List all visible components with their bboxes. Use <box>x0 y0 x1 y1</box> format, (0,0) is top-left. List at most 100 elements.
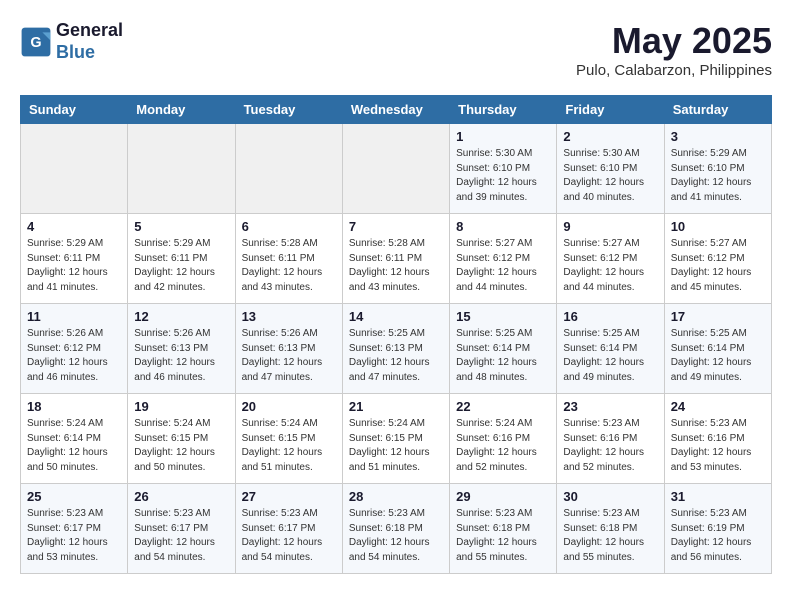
day-number: 14 <box>349 309 443 324</box>
weekday-header: Sunday <box>21 96 128 124</box>
calendar-day-cell: 8 Sunrise: 5:27 AM Sunset: 6:12 PM Daylig… <box>450 214 557 304</box>
day-number: 24 <box>671 399 765 414</box>
day-number: 7 <box>349 219 443 234</box>
day-info: Sunrise: 5:26 AM Sunset: 6:13 PM Dayligh… <box>134 327 228 385</box>
weekday-header: Saturday <box>664 96 771 124</box>
logo: G General Blue <box>20 20 123 63</box>
location-subtitle: Pulo, Calabarzon, Philippines <box>576 62 772 79</box>
day-number: 1 <box>456 129 550 144</box>
day-info: Sunrise: 5:23 AM Sunset: 6:18 PM Dayligh… <box>563 507 657 565</box>
day-number: 8 <box>456 219 550 234</box>
calendar-day-cell: 5 Sunrise: 5:29 AM Sunset: 6:11 PM Daylig… <box>128 214 235 304</box>
day-info: Sunrise: 5:24 AM Sunset: 6:15 PM Dayligh… <box>134 417 228 475</box>
day-info: Sunrise: 5:23 AM Sunset: 6:17 PM Dayligh… <box>134 507 228 565</box>
calendar-day-cell: 12 Sunrise: 5:26 AM Sunset: 6:13 PM Dayli… <box>128 304 235 394</box>
calendar-day-cell: 18Sunrise: 5:24 AM Sunset: 6:14 PM Dayli… <box>21 394 128 484</box>
title-block: May 2025 Pulo, Calabarzon, Philippines <box>576 20 772 79</box>
day-info: Sunrise: 5:25 AM Sunset: 6:13 PM Dayligh… <box>349 327 443 385</box>
calendar-day-cell: 23 Sunrise: 5:23 AM Sunset: 6:16 PM Dayli… <box>557 394 664 484</box>
day-info: Sunrise: 5:25 AM Sunset: 6:14 PM Dayligh… <box>563 327 657 385</box>
calendar-day-cell: 13Sunrise: 5:26 AM Sunset: 6:13 PM Dayli… <box>235 304 342 394</box>
day-info: Sunrise: 5:24 AM Sunset: 6:15 PM Dayligh… <box>349 417 443 475</box>
day-info: Sunrise: 5:26 AM Sunset: 6:12 PM Dayligh… <box>27 327 121 385</box>
calendar-day-cell: 9Sunrise: 5:27 AM Sunset: 6:12 PM Daylig… <box>557 214 664 304</box>
calendar-day-cell: 3 Sunrise: 5:29 AM Sunset: 6:10 PM Daylig… <box>664 124 771 214</box>
day-info: Sunrise: 5:24 AM Sunset: 6:16 PM Dayligh… <box>456 417 550 475</box>
calendar-table: SundayMondayTuesdayWednesdayThursdayFrid… <box>20 95 772 574</box>
weekday-header: Monday <box>128 96 235 124</box>
calendar-day-cell: 24 Sunrise: 5:23 AM Sunset: 6:16 PM Dayli… <box>664 394 771 484</box>
day-number: 3 <box>671 129 765 144</box>
day-number: 30 <box>563 489 657 504</box>
calendar-week-row: 4 Sunrise: 5:29 AM Sunset: 6:11 PM Daylig… <box>21 214 772 304</box>
day-info: Sunrise: 5:29 AM Sunset: 6:11 PM Dayligh… <box>134 237 228 295</box>
day-info: Sunrise: 5:23 AM Sunset: 6:18 PM Dayligh… <box>456 507 550 565</box>
calendar-day-cell: 16 Sunrise: 5:25 AM Sunset: 6:14 PM Dayli… <box>557 304 664 394</box>
day-info: Sunrise: 5:26 AM Sunset: 6:13 PM Dayligh… <box>242 327 336 385</box>
calendar-day-cell: 17Sunrise: 5:25 AM Sunset: 6:14 PM Dayli… <box>664 304 771 394</box>
day-number: 5 <box>134 219 228 234</box>
day-info: Sunrise: 5:27 AM Sunset: 6:12 PM Dayligh… <box>563 237 657 295</box>
svg-text:G: G <box>30 34 41 50</box>
day-number: 12 <box>134 309 228 324</box>
calendar-day-cell: 20Sunrise: 5:24 AM Sunset: 6:15 PM Dayli… <box>235 394 342 484</box>
day-number: 19 <box>134 399 228 414</box>
day-number: 27 <box>242 489 336 504</box>
day-info: Sunrise: 5:27 AM Sunset: 6:12 PM Dayligh… <box>456 237 550 295</box>
day-number: 28 <box>349 489 443 504</box>
calendar-day-cell: 1 Sunrise: 5:30 AM Sunset: 6:10 PM Daylig… <box>450 124 557 214</box>
day-number: 23 <box>563 399 657 414</box>
day-number: 16 <box>563 309 657 324</box>
day-info: Sunrise: 5:29 AM Sunset: 6:10 PM Dayligh… <box>671 147 765 205</box>
calendar-day-cell <box>235 124 342 214</box>
day-info: Sunrise: 5:23 AM Sunset: 6:17 PM Dayligh… <box>242 507 336 565</box>
day-info: Sunrise: 5:25 AM Sunset: 6:14 PM Dayligh… <box>671 327 765 385</box>
logo-text: General Blue <box>56 20 123 63</box>
calendar-day-cell: 27 Sunrise: 5:23 AM Sunset: 6:17 PM Dayli… <box>235 484 342 574</box>
month-title: May 2025 <box>576 20 772 62</box>
calendar-day-cell: 11 Sunrise: 5:26 AM Sunset: 6:12 PM Dayli… <box>21 304 128 394</box>
calendar-day-cell: 22Sunrise: 5:24 AM Sunset: 6:16 PM Dayli… <box>450 394 557 484</box>
day-number: 2 <box>563 129 657 144</box>
day-info: Sunrise: 5:30 AM Sunset: 6:10 PM Dayligh… <box>456 147 550 205</box>
calendar-week-row: 18Sunrise: 5:24 AM Sunset: 6:14 PM Dayli… <box>21 394 772 484</box>
calendar-week-row: 1 Sunrise: 5:30 AM Sunset: 6:10 PM Daylig… <box>21 124 772 214</box>
day-info: Sunrise: 5:23 AM Sunset: 6:16 PM Dayligh… <box>563 417 657 475</box>
logo-line1: General <box>56 20 123 42</box>
calendar-week-row: 25 Sunrise: 5:23 AM Sunset: 6:17 PM Dayli… <box>21 484 772 574</box>
day-number: 11 <box>27 309 121 324</box>
calendar-day-cell: 31Sunrise: 5:23 AM Sunset: 6:19 PM Dayli… <box>664 484 771 574</box>
weekday-header: Tuesday <box>235 96 342 124</box>
calendar-day-cell <box>21 124 128 214</box>
day-number: 21 <box>349 399 443 414</box>
calendar-day-cell: 14 Sunrise: 5:25 AM Sunset: 6:13 PM Dayli… <box>342 304 449 394</box>
calendar-day-cell: 26Sunrise: 5:23 AM Sunset: 6:17 PM Dayli… <box>128 484 235 574</box>
day-info: Sunrise: 5:29 AM Sunset: 6:11 PM Dayligh… <box>27 237 121 295</box>
day-info: Sunrise: 5:28 AM Sunset: 6:11 PM Dayligh… <box>349 237 443 295</box>
day-number: 20 <box>242 399 336 414</box>
day-info: Sunrise: 5:27 AM Sunset: 6:12 PM Dayligh… <box>671 237 765 295</box>
day-info: Sunrise: 5:28 AM Sunset: 6:11 PM Dayligh… <box>242 237 336 295</box>
calendar-day-cell: 4 Sunrise: 5:29 AM Sunset: 6:11 PM Daylig… <box>21 214 128 304</box>
calendar-week-row: 11 Sunrise: 5:26 AM Sunset: 6:12 PM Dayli… <box>21 304 772 394</box>
page-header: G General Blue May 2025 Pulo, Calabarzon… <box>20 20 772 79</box>
calendar-day-cell: 7 Sunrise: 5:28 AM Sunset: 6:11 PM Daylig… <box>342 214 449 304</box>
calendar-day-cell: 19 Sunrise: 5:24 AM Sunset: 6:15 PM Dayli… <box>128 394 235 484</box>
day-number: 25 <box>27 489 121 504</box>
day-info: Sunrise: 5:30 AM Sunset: 6:10 PM Dayligh… <box>563 147 657 205</box>
day-info: Sunrise: 5:23 AM Sunset: 6:19 PM Dayligh… <box>671 507 765 565</box>
calendar-day-cell: 28Sunrise: 5:23 AM Sunset: 6:18 PM Dayli… <box>342 484 449 574</box>
calendar-day-cell: 2 Sunrise: 5:30 AM Sunset: 6:10 PM Daylig… <box>557 124 664 214</box>
calendar-header-row: SundayMondayTuesdayWednesdayThursdayFrid… <box>21 96 772 124</box>
weekday-header: Friday <box>557 96 664 124</box>
day-number: 29 <box>456 489 550 504</box>
calendar-day-cell: 21 Sunrise: 5:24 AM Sunset: 6:15 PM Dayli… <box>342 394 449 484</box>
day-number: 6 <box>242 219 336 234</box>
calendar-day-cell: 30 Sunrise: 5:23 AM Sunset: 6:18 PM Dayli… <box>557 484 664 574</box>
weekday-header: Wednesday <box>342 96 449 124</box>
calendar-day-cell: 15Sunrise: 5:25 AM Sunset: 6:14 PM Dayli… <box>450 304 557 394</box>
day-number: 4 <box>27 219 121 234</box>
day-info: Sunrise: 5:24 AM Sunset: 6:14 PM Dayligh… <box>27 417 121 475</box>
day-info: Sunrise: 5:23 AM Sunset: 6:16 PM Dayligh… <box>671 417 765 475</box>
calendar-day-cell <box>128 124 235 214</box>
